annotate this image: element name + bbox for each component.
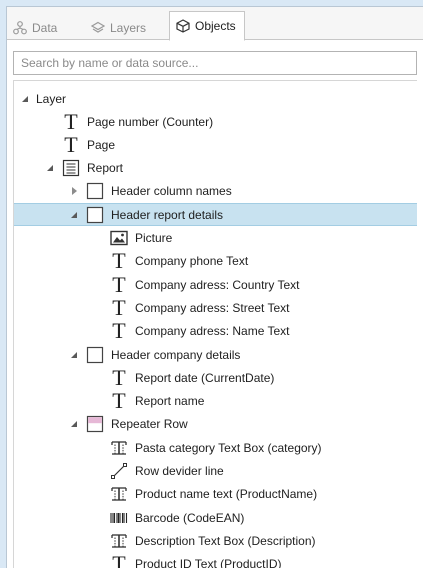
tree-item-label: Company adress: Street Text — [135, 300, 290, 315]
tree-item[interactable]: Row devider line — [14, 460, 417, 483]
text-icon: T — [112, 248, 126, 274]
text-icon: T — [112, 551, 126, 568]
tree-item-label: Picture — [135, 231, 173, 245]
tree-item-label: Pasta category Text Box (category) — [135, 440, 322, 455]
tree-item-label: Row devider line — [135, 464, 224, 478]
layers-icon — [91, 21, 105, 35]
tab-data[interactable]: Data — [13, 15, 57, 40]
tree-item[interactable]: T Report name — [14, 390, 417, 413]
tree-item[interactable]: T Company adress: Country Text — [14, 273, 417, 296]
tree-item[interactable]: T Company phone Text — [14, 250, 417, 273]
tree-item[interactable]: T Page number (Counter) — [14, 110, 417, 133]
tree-item[interactable]: Header column names — [14, 180, 417, 203]
tree-item-label: Header column names — [111, 184, 232, 199]
collapsed-arrow-icon[interactable] — [69, 186, 79, 196]
expanded-arrow-icon[interactable] — [69, 350, 79, 360]
tree-item-label: Report name — [135, 394, 205, 409]
tree-item[interactable]: Header report details — [14, 203, 417, 227]
text-icon: T — [112, 318, 126, 344]
tree-item[interactable]: T Company adress: Name Text — [14, 320, 417, 343]
tree-item-label: Company adress: Name Text — [135, 324, 290, 339]
tree-item-label: Repeater Row — [111, 417, 188, 432]
expanded-arrow-icon[interactable] — [45, 163, 55, 173]
tab-layers-label: Layers — [110, 20, 147, 35]
tree-item[interactable]: T Product ID Text (ProductID) — [14, 553, 417, 568]
textbox-icon — [109, 531, 129, 551]
search-input[interactable] — [14, 52, 416, 74]
tree-root-layer[interactable]: Layer — [14, 87, 417, 110]
tree-item-label: Barcode (CodeEAN) — [135, 510, 245, 525]
tree-item-label: Company adress: Country Text — [135, 277, 300, 292]
tree-item[interactable]: Picture — [14, 227, 417, 250]
search-box[interactable] — [13, 51, 417, 75]
band-icon — [85, 345, 105, 365]
data-icon — [13, 20, 27, 35]
expanded-arrow-icon[interactable] — [69, 210, 79, 220]
tree-item-label: Page — [87, 137, 116, 152]
text-icon: T — [112, 294, 126, 320]
tree-item[interactable]: T Company adress: Street Text — [14, 296, 417, 319]
textbox-icon — [109, 438, 129, 458]
tree-item-label: Product name text (ProductName) — [135, 487, 318, 502]
tree-item[interactable]: Barcode (CodeEAN) — [14, 506, 417, 529]
text-icon: T — [64, 108, 78, 134]
text-icon: T — [64, 131, 78, 157]
report-icon — [61, 158, 81, 178]
text-icon: T — [112, 388, 126, 414]
tab-objects[interactable]: Objects — [169, 11, 245, 41]
text-icon: T — [112, 271, 126, 297]
tree-item-label: Product ID Text (ProductID) — [135, 557, 282, 568]
tree-item-label: Report date (CurrentDate) — [135, 370, 275, 385]
text-icon: T — [112, 364, 126, 390]
tree-item[interactable]: T Report date (CurrentDate) — [14, 366, 417, 389]
repeater-icon — [85, 414, 105, 434]
expanded-arrow-icon[interactable] — [69, 419, 79, 429]
band-icon — [85, 181, 105, 201]
tree-item[interactable]: Product name text (ProductName) — [14, 483, 417, 506]
tree-item-label: Company phone Text — [135, 254, 249, 269]
tree-item[interactable]: T Page — [14, 133, 417, 156]
tab-data-label: Data — [32, 20, 58, 35]
tree-root-label: Layer — [36, 91, 67, 106]
textbox-icon — [109, 484, 129, 504]
tree-item-label: Page number (Counter) — [87, 114, 214, 129]
tree-item-label: Header report details — [111, 207, 224, 222]
barcode-icon — [109, 508, 129, 528]
tree-item[interactable]: Repeater Row — [14, 413, 417, 436]
line-icon — [109, 461, 129, 481]
tree-item[interactable]: Header company details — [14, 343, 417, 366]
tree-item-label: Description Text Box (Description) — [135, 533, 316, 548]
expanded-arrow-icon[interactable] — [20, 94, 30, 104]
band-icon — [85, 205, 105, 225]
tree-item-label: Report — [87, 161, 124, 176]
tab-layers[interactable]: Layers — [91, 15, 146, 40]
picture-icon — [109, 228, 129, 248]
object-tree: Layer T Page number (Counter) T Page Report H… — [13, 80, 417, 568]
tab-strip: Data Layers Objects — [7, 7, 423, 41]
tab-objects-label: Objects — [195, 19, 236, 33]
tree-item[interactable]: Report — [14, 157, 417, 180]
tree-item-label: Header company details — [111, 347, 241, 362]
tree-item[interactable]: Description Text Box (Description) — [14, 529, 417, 552]
objects-icon — [176, 19, 190, 33]
tree-item[interactable]: Pasta category Text Box (category) — [14, 436, 417, 459]
objects-panel: Data Layers Objects Search by name or da… — [6, 6, 423, 568]
